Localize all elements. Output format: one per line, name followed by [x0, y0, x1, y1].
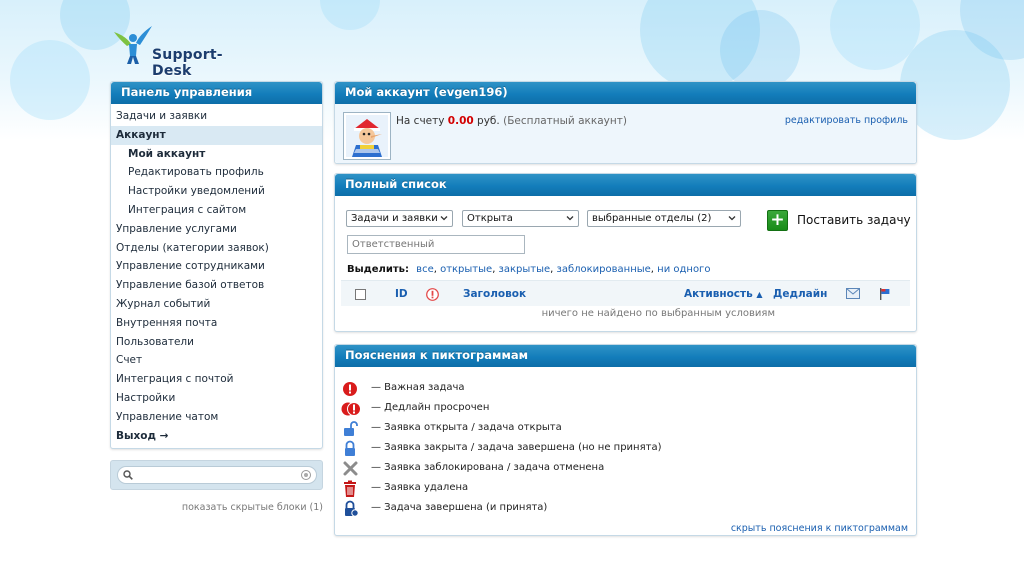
- legend-text: — Заявка закрыта / задача завершена (но …: [371, 442, 662, 453]
- sidebar-item-notification-settings[interactable]: Настройки уведомлений: [111, 182, 322, 201]
- logo-figure-icon: [114, 26, 152, 64]
- legend-text: — Важная задача: [371, 382, 465, 393]
- legend-text: — Задача завершена (и принята): [371, 502, 548, 513]
- sidebar-item-chat[interactable]: Управление чатом: [111, 408, 322, 427]
- hide-legend-link[interactable]: скрыть пояснения к пиктограммам: [731, 523, 908, 534]
- sidebar-menu: Задачи и заявки Аккаунт Мой аккаунт Реда…: [111, 104, 322, 445]
- legend-text: — Заявка открыта / задача открыта: [371, 422, 562, 433]
- departments-filter-value: выбранные отделы (2): [592, 213, 712, 224]
- column-deadline[interactable]: Дедлайн: [773, 288, 827, 300]
- account-panel-title: Мой аккаунт (evgen196): [335, 82, 916, 104]
- lock-open-icon: [344, 421, 358, 436]
- cross-icon: [343, 461, 358, 476]
- status-filter-value: Открыта: [467, 213, 513, 224]
- sidebar-item-answers-base[interactable]: Управление базой ответов: [111, 276, 322, 295]
- control-panel-title: Панель управления: [111, 82, 322, 104]
- important-icon: [343, 382, 357, 396]
- balance-amount: 0.00: [447, 115, 474, 127]
- chevron-down-icon: [566, 216, 574, 221]
- sidebar-item-event-log[interactable]: Журнал событий: [111, 295, 322, 314]
- legend-text: — Заявка удалена: [371, 482, 469, 493]
- select-none-link[interactable]: ни одного: [657, 264, 710, 275]
- edit-profile-link[interactable]: редактировать профиль: [785, 115, 908, 126]
- sidebar-item-services[interactable]: Управление услугами: [111, 220, 322, 239]
- sidebar-item-mail-integration[interactable]: Интеграция с почтой: [111, 370, 322, 389]
- legend-title: Пояснения к пиктограммам: [335, 345, 916, 367]
- balance-info: На счету 0.00 руб. (Бесплатный аккаунт): [396, 115, 627, 127]
- add-task-label: Поставить задачу: [797, 213, 911, 227]
- full-list-title: Полный список: [335, 174, 916, 196]
- clear-search-icon[interactable]: [301, 470, 311, 480]
- sort-asc-icon: ▲: [756, 290, 763, 299]
- empty-message: ничего не найдено по выбранным условиям: [541, 308, 775, 319]
- sidebar-item-invoice[interactable]: Счет: [111, 351, 322, 370]
- control-panel: Панель управления Задачи и заявки Аккаун…: [110, 81, 323, 449]
- legend-panel: Пояснения к пиктограммам — Важная задача…: [334, 344, 917, 536]
- logo-text: Support-Desk: [152, 47, 223, 79]
- mail-icon[interactable]: [846, 288, 860, 299]
- flag-icon[interactable]: [879, 288, 891, 300]
- logo[interactable]: Support-Desk: [112, 24, 252, 79]
- column-activity[interactable]: Активность ▲: [684, 288, 763, 300]
- sidebar-item-edit-profile[interactable]: Редактировать профиль: [111, 163, 322, 182]
- avatar[interactable]: [343, 112, 391, 160]
- full-list-panel: Полный список Задачи и заявки Открыта вы…: [334, 173, 917, 332]
- type-filter-select[interactable]: Задачи и заявки: [346, 210, 453, 227]
- tasks-table-header: ID Заголовок Активность ▲ Дедлайн: [341, 280, 910, 306]
- status-filter-select[interactable]: Открыта: [462, 210, 579, 227]
- trash-icon: [344, 480, 356, 497]
- chevron-down-icon: [728, 216, 736, 221]
- responsible-input[interactable]: [347, 235, 525, 254]
- account-panel: Мой аккаунт (evgen196) На счету 0.00 руб…: [334, 81, 917, 164]
- sidebar-item-settings[interactable]: Настройки: [111, 389, 322, 408]
- select-all-link[interactable]: все: [416, 264, 434, 275]
- sidebar-item-departments[interactable]: Отделы (категории заявок): [111, 239, 322, 258]
- select-label: Выделить:: [347, 264, 409, 275]
- deadline-overdue-icon: [341, 402, 361, 416]
- sidebar-search: [110, 460, 323, 490]
- account-body: На счету 0.00 руб. (Бесплатный аккаунт) …: [335, 104, 916, 163]
- column-id[interactable]: ID: [395, 288, 408, 300]
- balance-currency: руб.: [477, 115, 500, 127]
- sidebar-item-users[interactable]: Пользователи: [111, 333, 322, 352]
- select-links: Выделить: все, открытые, закрытые, забло…: [347, 264, 711, 275]
- select-blocked-link[interactable]: заблокированные: [557, 264, 651, 275]
- select-all-checkbox[interactable]: [355, 289, 366, 300]
- legend-text: — Дедлайн просрочен: [371, 402, 490, 413]
- column-activity-label: Активность: [684, 288, 753, 300]
- sidebar-item-logout[interactable]: Выход →: [111, 427, 322, 446]
- plus-icon: +: [767, 210, 788, 231]
- avatar-pinocchio-icon: [346, 115, 388, 157]
- sidebar-item-my-account[interactable]: Мой аккаунт: [111, 145, 322, 164]
- sidebar-item-account[interactable]: Аккаунт: [111, 125, 322, 145]
- chevron-down-icon: [440, 216, 448, 221]
- sidebar-item-staff[interactable]: Управление сотрудниками: [111, 257, 322, 276]
- lock-closed-icon: [345, 440, 355, 456]
- balance-prefix: На счету: [396, 115, 445, 127]
- search-icon: [123, 470, 133, 480]
- search-field-wrapper: [117, 466, 317, 484]
- sidebar-item-tasks[interactable]: Задачи и заявки: [111, 107, 322, 126]
- select-open-link[interactable]: открытые: [440, 264, 492, 275]
- legend-text: — Заявка заблокирована / задача отменена: [371, 462, 605, 473]
- sidebar-item-internal-mail[interactable]: Внутренняя почта: [111, 314, 322, 333]
- search-input[interactable]: [138, 468, 298, 482]
- departments-filter-select[interactable]: выбранные отделы (2): [587, 210, 741, 227]
- column-title[interactable]: Заголовок: [463, 288, 526, 300]
- sidebar-item-site-integration[interactable]: Интеграция с сайтом: [111, 201, 322, 220]
- type-filter-value: Задачи и заявки: [351, 213, 438, 224]
- lock-accepted-icon: [345, 500, 359, 517]
- select-closed-link[interactable]: закрытые: [499, 264, 551, 275]
- account-type: (Бесплатный аккаунт): [503, 115, 627, 127]
- important-column-icon[interactable]: [426, 288, 439, 301]
- show-hidden-blocks-link[interactable]: показать скрытые блоки (1): [110, 502, 323, 513]
